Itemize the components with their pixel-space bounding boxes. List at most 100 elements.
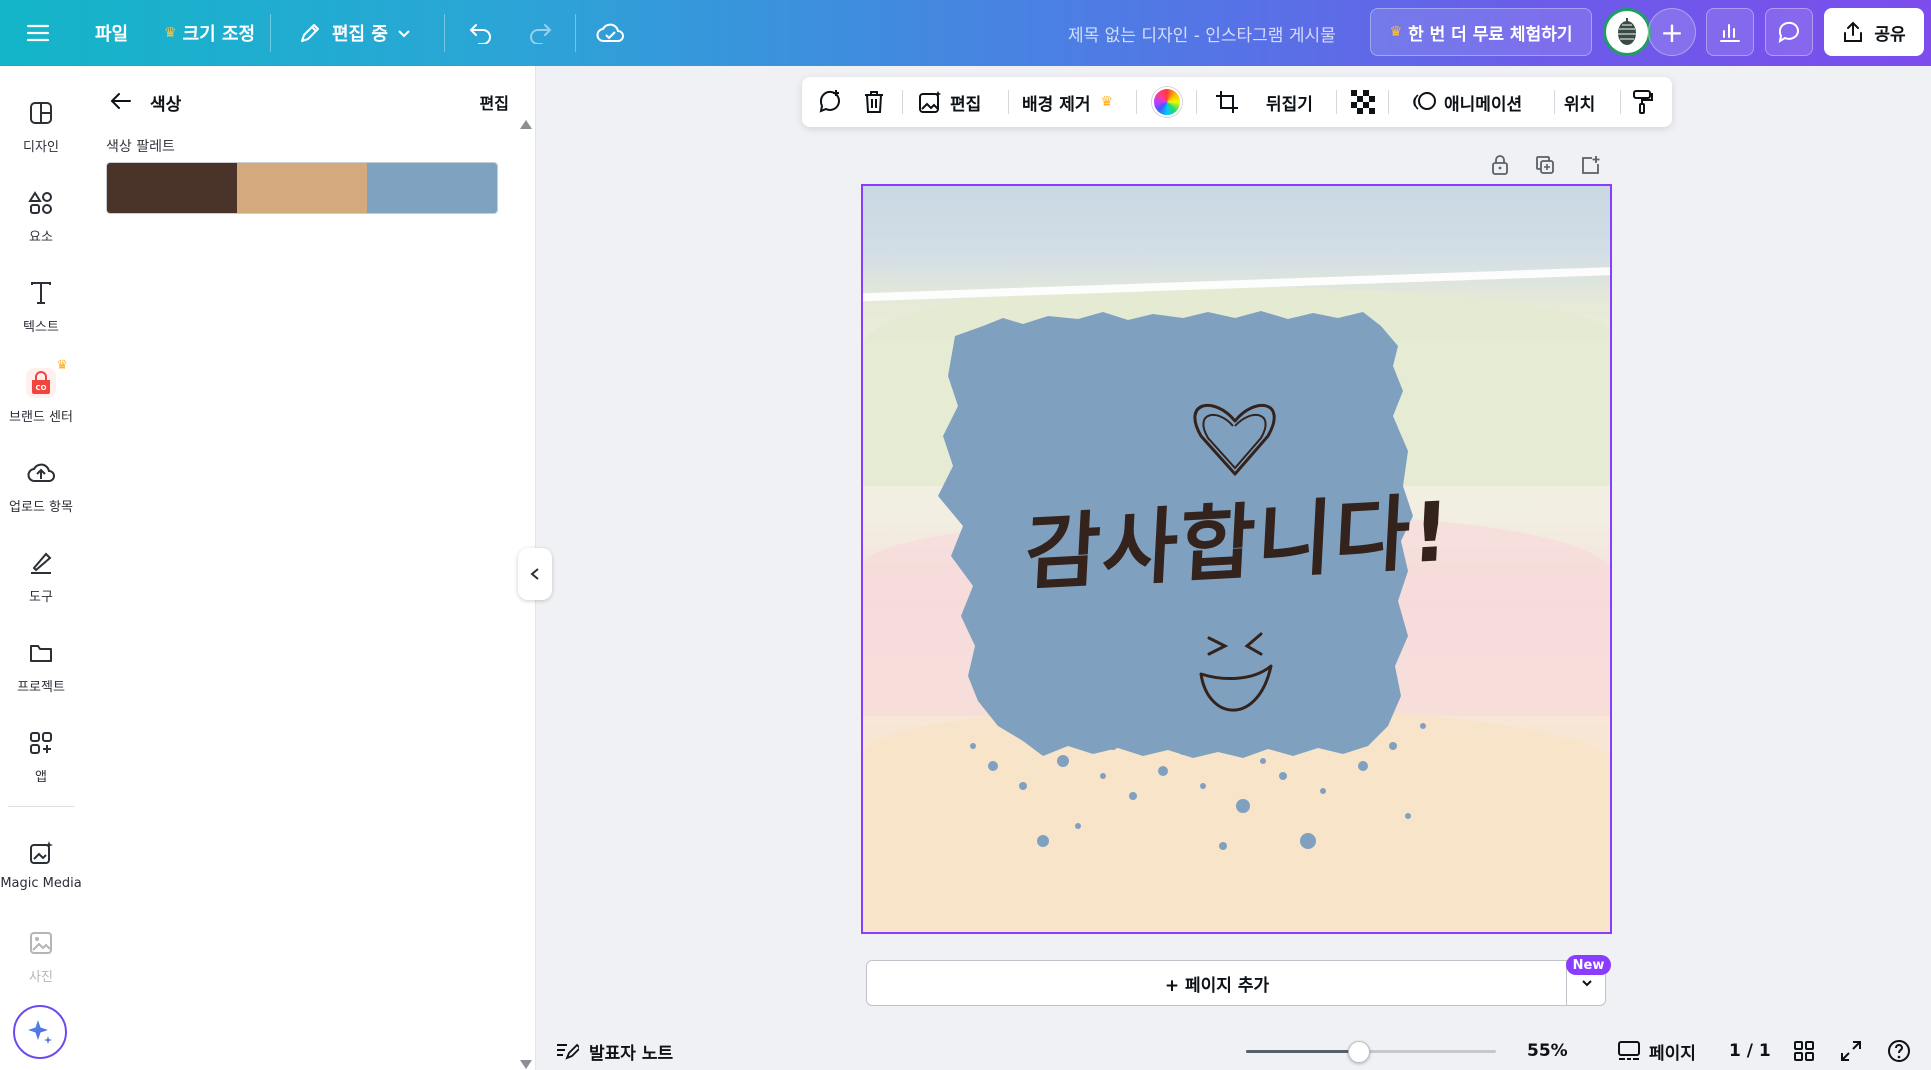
paint-roller-icon (1633, 90, 1653, 114)
rail-item-apps[interactable]: 앱 (0, 720, 82, 800)
presenter-notes-button[interactable]: 발표자 노트 (555, 1032, 673, 1070)
color-palette[interactable] (106, 162, 498, 214)
design-artboard[interactable]: 감사합니다! (861, 184, 1612, 934)
add-page-icon-button[interactable] (1577, 152, 1603, 178)
checkerboard-icon (1351, 90, 1375, 114)
avatar[interactable] (1603, 8, 1651, 56)
presenter-notes-label: 발표자 노트 (589, 1043, 674, 1064)
rail-label: 브랜드 센터 (9, 410, 73, 425)
position-button[interactable]: 위치 (1564, 77, 1595, 127)
rail-item-elements[interactable]: 요소 (0, 180, 82, 260)
edit-image-button[interactable]: 편집 (918, 77, 981, 127)
rail-item-magic-media[interactable]: Magic Media (0, 830, 82, 910)
bottom-bar: 발표자 노트 55% 페이지 1 / 1 (537, 1032, 1931, 1070)
comments-button[interactable] (1765, 8, 1813, 56)
rail-item-photos[interactable]: 사진 (0, 920, 82, 1000)
collapse-panel-button[interactable] (518, 548, 552, 600)
rail-label: 요소 (29, 230, 53, 245)
pages-label: 페이지 (1649, 1043, 1696, 1064)
rail-label: 텍스트 (23, 320, 59, 335)
undo-button[interactable] (468, 0, 494, 66)
comment-add-button[interactable] (812, 77, 848, 127)
rail-label: 업로드 항목 (9, 500, 73, 515)
help-button[interactable] (1887, 1032, 1911, 1070)
grid-view-button[interactable] (1793, 1032, 1815, 1070)
divider (575, 14, 576, 52)
divider (1388, 90, 1389, 114)
pages-button[interactable]: 페이지 (1617, 1032, 1696, 1070)
color-swatch[interactable] (107, 163, 237, 213)
rail-item-projects[interactable]: 프로젝트 (0, 630, 82, 710)
editing-label: 편집 중 (332, 24, 388, 45)
rail-item-text[interactable]: 텍스트 (0, 270, 82, 350)
transparency-button[interactable] (1350, 77, 1376, 127)
copy-style-button[interactable] (1628, 77, 1658, 127)
free-trial-button[interactable]: ♛ 한 번 더 무료 체험하기 (1370, 8, 1592, 56)
splatter-dot (1420, 723, 1426, 729)
crown-icon: ♛ (1100, 94, 1114, 110)
bg-remove-label: 배경 제거 (1022, 94, 1091, 115)
panel-edit-button[interactable]: 편집 (480, 90, 509, 114)
divider (1136, 90, 1137, 114)
splatter-dot (1405, 813, 1411, 819)
animation-icon (1413, 92, 1436, 110)
insights-button[interactable] (1706, 8, 1754, 56)
zoom-slider-thumb[interactable] (1347, 1041, 1370, 1063)
zoom-level[interactable]: 55% (1527, 1032, 1568, 1070)
fullscreen-button[interactable] (1840, 1032, 1862, 1070)
color-swatch[interactable] (237, 163, 367, 213)
arrow-left-icon (110, 93, 131, 109)
bg-remove-button[interactable]: 배경 제거 ♛ (1022, 77, 1113, 127)
color-picker-button[interactable] (1152, 77, 1182, 127)
editing-mode-button[interactable]: 편집 중 (298, 0, 412, 66)
lock-button[interactable] (1487, 152, 1513, 178)
zoom-slider[interactable] (1246, 1041, 1496, 1063)
divider (444, 14, 445, 52)
crop-icon (1216, 91, 1238, 113)
splatter-dot (1200, 783, 1206, 789)
splatter-dot (1279, 772, 1287, 780)
flip-button[interactable]: 뒤집기 (1266, 77, 1313, 127)
splatter-dot (1219, 842, 1227, 850)
animate-button[interactable]: 애니메이션 (1412, 77, 1522, 127)
divider (1196, 90, 1197, 114)
duplicate-page-button[interactable] (1532, 152, 1558, 178)
design-title[interactable]: 제목 없는 디자인 - 인스타그램 게시물 (1068, 0, 1336, 66)
share-button[interactable]: 공유 (1824, 8, 1924, 56)
splatter-dot (1057, 755, 1069, 767)
splatter-dot (1019, 782, 1027, 790)
magic-assistant-button[interactable] (13, 1005, 67, 1059)
rail-item-uploads[interactable]: 업로드 항목 (0, 450, 82, 530)
rail-divider (8, 806, 74, 807)
divider (1620, 90, 1621, 114)
scroll-up-arrow[interactable] (520, 120, 532, 129)
resize-button[interactable]: ♛ 크기 조정 (164, 0, 255, 66)
color-swatch[interactable] (367, 163, 497, 213)
scroll-down-arrow[interactable] (520, 1060, 532, 1069)
add-page-button[interactable]: + 페이지 추가 (867, 961, 1567, 1005)
splatter-dot (1300, 833, 1316, 849)
file-menu[interactable]: 파일 (95, 0, 128, 66)
cloud-save-button[interactable] (596, 0, 626, 66)
photo-icon (26, 928, 56, 958)
crop-button[interactable] (1212, 77, 1242, 127)
delete-button[interactable] (856, 77, 892, 127)
add-collaborator-button[interactable]: + (1648, 8, 1696, 56)
rail-item-design[interactable]: 디자인 (0, 90, 82, 170)
rail-label: 프로젝트 (17, 680, 65, 695)
add-page-bar: + 페이지 추가 (866, 960, 1606, 1006)
svg-text:CO: CO (35, 384, 46, 392)
back-button[interactable] (108, 88, 134, 114)
design-icon (26, 98, 56, 128)
splatter-dot (1075, 823, 1081, 829)
menu-button[interactable] (26, 0, 50, 66)
redo-button[interactable] (527, 0, 553, 66)
rail-item-tools[interactable]: 도구 (0, 540, 82, 620)
trash-icon (865, 91, 883, 113)
elements-icon (26, 188, 56, 218)
top-bar: 파일 ♛ 크기 조정 편집 중 제목 없는 디자인 - 인스타그램 게시물 ♛ … (0, 0, 1931, 66)
cloud-check-icon (596, 23, 624, 42)
add-page-icon (1582, 156, 1600, 174)
rail-item-brand[interactable]: CO ♛ 브랜드 센터 (0, 358, 82, 440)
comment-icon (1778, 21, 1799, 43)
